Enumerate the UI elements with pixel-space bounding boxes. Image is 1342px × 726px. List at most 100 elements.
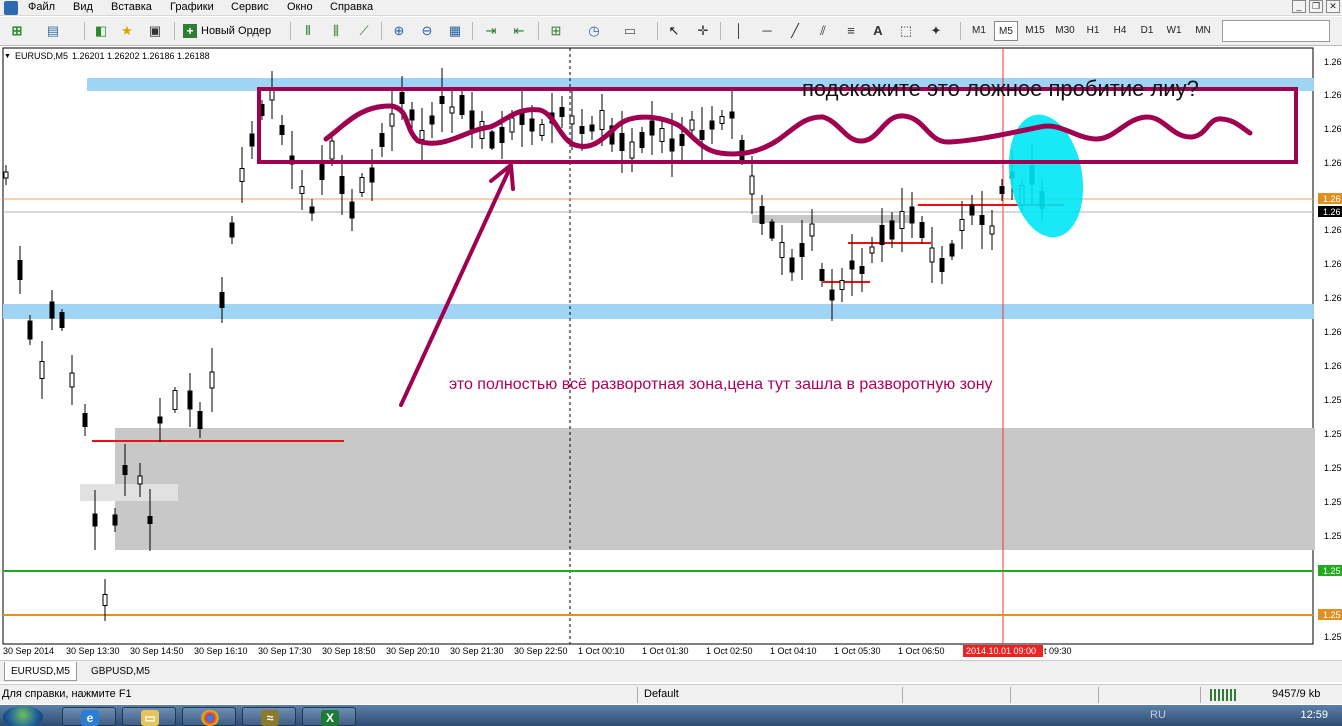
menu-view[interactable]: Вид	[73, 1, 93, 13]
taskbar-ie[interactable]: e	[62, 707, 116, 726]
taskbar-chrome[interactable]	[182, 707, 236, 726]
time-label: 1 Oct 01:30	[642, 646, 689, 656]
indicators-icon[interactable]: ⊞	[545, 20, 567, 42]
tile-windows-icon[interactable]: ▦	[444, 20, 466, 42]
price-label: 1.26	[1324, 158, 1342, 168]
vertical-line-icon[interactable]: │	[728, 20, 750, 42]
candle-body	[157, 416, 163, 424]
navigator-icon[interactable]: ★	[116, 20, 138, 42]
start-button[interactable]	[3, 706, 43, 726]
chart-menu-icon[interactable]: ▼	[4, 53, 11, 60]
system-tray: RU 12:59	[1142, 705, 1342, 726]
new-order-button[interactable]: + Новый Ордер	[183, 20, 283, 42]
profile-name: Default	[644, 688, 679, 700]
candle-body	[979, 215, 985, 225]
chart-shift-icon[interactable]: ⇤	[508, 20, 530, 42]
candle-body	[309, 206, 315, 214]
candle-body	[389, 113, 395, 127]
candle-body	[459, 95, 465, 115]
os-taskbar: e ▭ ≈ X RU 12:59	[0, 705, 1342, 726]
price-label: 1.26	[1324, 225, 1342, 235]
orange-low-price-tag: 1.25	[1323, 610, 1341, 620]
timeframe-m30[interactable]: M30	[1051, 21, 1079, 41]
label-tool-icon[interactable]: ⬚	[895, 20, 917, 42]
candle-body	[749, 175, 755, 195]
menu-window[interactable]: Окно	[287, 1, 313, 13]
candle-body	[899, 211, 905, 229]
templates-icon[interactable]: ▭	[619, 20, 641, 42]
price-label: 1.25	[1324, 632, 1342, 642]
candlestick-icon[interactable]: ⫼	[325, 20, 347, 42]
time-label: 30 Sep 2014	[3, 646, 54, 656]
menu-insert[interactable]: Вставка	[111, 1, 152, 13]
clock[interactable]: 12:59	[1300, 709, 1328, 721]
candle-body	[239, 168, 245, 182]
taskbar-terminal[interactable]: ≈	[242, 707, 296, 726]
text-tool-icon[interactable]: A	[867, 20, 889, 42]
horizontal-line-icon[interactable]: ─	[756, 20, 778, 42]
time-label: 30 Sep 17:30	[258, 646, 312, 656]
close-button[interactable]: ✕	[1326, 0, 1340, 13]
candle-body	[489, 131, 495, 149]
question-caption: подскажите это ложное пробитие лиу?	[802, 76, 1199, 101]
candle-body	[939, 258, 945, 272]
toolbar: ⊞ ▤ ◧ ★ ▣ + Новый Ордер ⫴ ⫼ ⟋ ⊕ ⊖ ▦ ⇥ ⇤ ⊞…	[0, 17, 1342, 46]
timeframe-m15[interactable]: M15	[1021, 21, 1049, 41]
candle-body	[439, 96, 445, 104]
zoom-out-icon[interactable]: ⊖	[416, 20, 438, 42]
candle-body	[779, 242, 785, 258]
arrows-icon[interactable]: ✦	[925, 20, 947, 42]
timeframe-w1[interactable]: W1	[1162, 21, 1186, 41]
cursor-icon[interactable]: ↖	[663, 20, 685, 42]
timeframe-h1[interactable]: H1	[1081, 21, 1105, 41]
tab-eurusd-m5[interactable]: EURUSD,M5	[4, 662, 77, 681]
restore-button[interactable]: ❐	[1309, 0, 1323, 13]
fibonacci-icon[interactable]: ≡	[840, 20, 862, 42]
candle-body	[829, 289, 835, 301]
zoom-in-icon[interactable]: ⊕	[388, 20, 410, 42]
price-chart[interactable]: 1.26 1.26 1.26 1.26 1.26 1.26 1.26 1.26 …	[0, 47, 1342, 657]
trendline-icon[interactable]: ╱	[784, 20, 806, 42]
profiles-icon[interactable]: ▤	[42, 20, 64, 42]
candle-body	[919, 222, 925, 238]
terminal-icon[interactable]: ▣	[144, 20, 166, 42]
bar-chart-icon[interactable]: ⫴	[297, 20, 319, 42]
candle-body	[499, 127, 505, 143]
chart-header: ▼ EURUSD,M5 1.26201 1.26202 1.26186 1.26…	[4, 51, 210, 61]
excel-icon: X	[321, 710, 339, 726]
candle-body	[729, 111, 735, 119]
menu-file[interactable]: Файл	[28, 1, 55, 13]
taskbar-explorer[interactable]: ▭	[122, 707, 176, 726]
market-watch-icon[interactable]: ◧	[90, 20, 112, 42]
new-chart-icon[interactable]: ⊞	[6, 20, 28, 42]
candle-body	[429, 115, 435, 125]
toolbar-search-input[interactable]	[1222, 20, 1330, 42]
candle-body	[82, 413, 88, 427]
time-label: 1 Oct 04:10	[770, 646, 817, 656]
candle-body	[449, 106, 455, 114]
line-chart-icon[interactable]: ⟋	[353, 20, 375, 42]
candle-body	[599, 110, 605, 130]
auto-scroll-icon[interactable]: ⇥	[480, 20, 502, 42]
tab-gbpusd-m5[interactable]: GBPUSD,M5	[85, 662, 156, 681]
timeframe-mn[interactable]: MN	[1189, 21, 1217, 41]
language-indicator[interactable]: RU	[1150, 709, 1166, 721]
crosshair-icon[interactable]: ✛	[692, 20, 714, 42]
menu-charts[interactable]: Графики	[170, 1, 214, 13]
price-label: 1.26	[1324, 293, 1342, 303]
menu-help[interactable]: Справка	[330, 1, 373, 13]
equidistant-channel-icon[interactable]: ⫽	[812, 20, 834, 42]
candle-body	[419, 130, 425, 140]
timeframe-d1[interactable]: D1	[1135, 21, 1159, 41]
blue-zone-bottom	[3, 304, 1314, 319]
taskbar-excel[interactable]: X	[302, 707, 356, 726]
annotation-text: это полностью всё разворотная зона,цена …	[449, 376, 993, 393]
timeframe-m5[interactable]: M5	[994, 21, 1018, 41]
periods-icon[interactable]: ◷	[583, 20, 605, 42]
candle-body	[969, 204, 975, 216]
menu-tools[interactable]: Сервис	[231, 1, 269, 13]
timeframe-h4[interactable]: H4	[1108, 21, 1132, 41]
minimize-button[interactable]: _	[1292, 0, 1306, 13]
timeframe-m1[interactable]: M1	[967, 21, 991, 41]
price-label: 1.26	[1324, 259, 1342, 269]
